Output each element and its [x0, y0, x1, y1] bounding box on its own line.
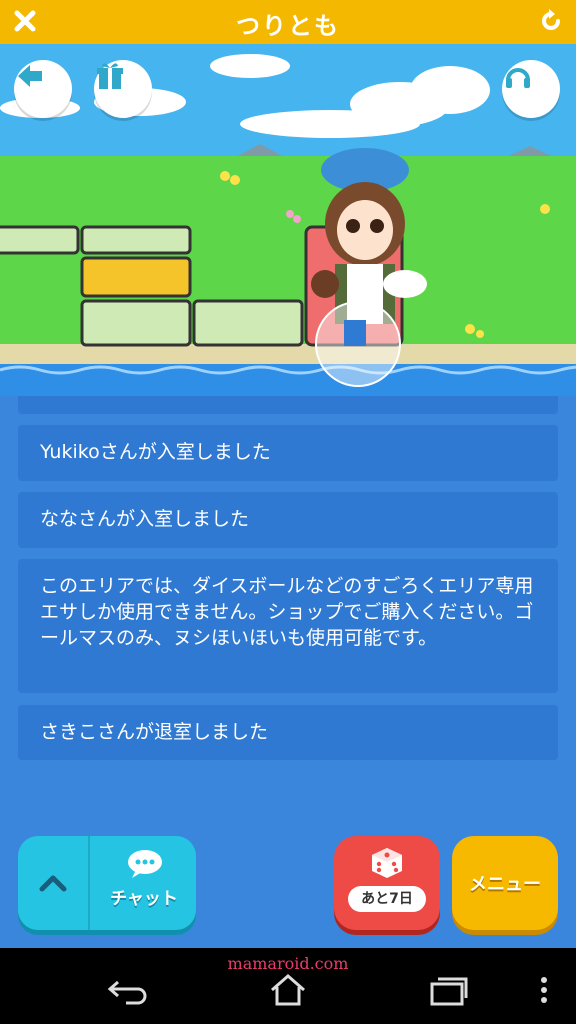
speech-bubble-icon [128, 850, 162, 878]
reload-icon[interactable] [538, 8, 564, 34]
gift-icon [97, 63, 123, 89]
days-remaining-label: あと7日 [348, 886, 426, 912]
headset-button[interactable] [502, 60, 560, 118]
chat-message: ななさんが入室しました [18, 492, 558, 548]
chat-button[interactable]: チャット [18, 836, 196, 930]
scene-background [0, 44, 576, 396]
headset-icon [506, 68, 530, 88]
menu-button[interactable]: メニュー [452, 836, 558, 930]
overflow-menu-icon[interactable] [522, 972, 566, 1008]
menu-button-label: メニュー [469, 874, 541, 895]
gift-button[interactable] [94, 60, 152, 118]
chat-button-label: チャット [110, 889, 178, 909]
dice-icon [372, 848, 402, 878]
message-partial [18, 396, 558, 414]
fishing-scene[interactable] [0, 44, 576, 396]
back-arrow-icon [18, 65, 42, 87]
system-nav-bar: mamaroid.com [0, 948, 576, 1024]
expand-chat-button[interactable] [18, 836, 90, 930]
page-title: つりとも [236, 12, 340, 40]
top-bar: つりとも [0, 0, 576, 44]
chat-label-area[interactable]: チャット [92, 836, 196, 930]
chat-message: このエリアでは、ダイスボールなどのすごろくエリア専用エサしか使用できません。ショ… [18, 559, 558, 693]
chat-message: さきこさんが退室しました [18, 705, 558, 760]
chat-message: Yukikoさんが入室しました [18, 425, 558, 481]
back-button[interactable] [14, 60, 72, 118]
chevron-up-icon [39, 875, 67, 892]
back-icon[interactable] [106, 972, 150, 1008]
dice-button[interactable]: あと7日 [334, 836, 440, 930]
home-icon[interactable] [266, 972, 310, 1008]
recent-apps-icon[interactable] [426, 972, 470, 1008]
watermark: mamaroid.com [227, 954, 349, 973]
